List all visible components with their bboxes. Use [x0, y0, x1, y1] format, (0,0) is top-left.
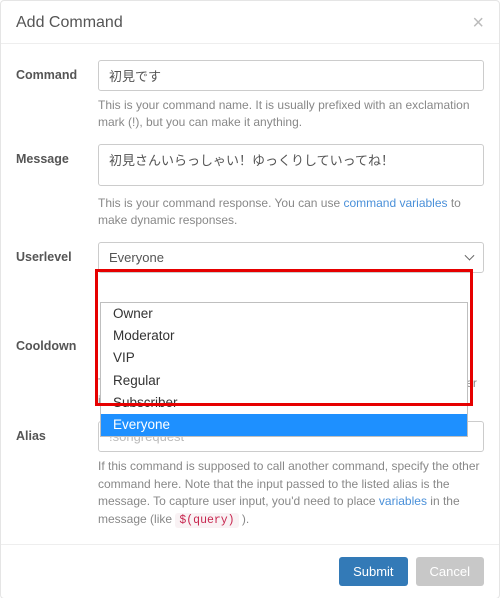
label-message: Message: [16, 144, 98, 166]
help-message: This is your command response. You can u…: [98, 195, 484, 230]
code-query: $(query): [175, 513, 238, 528]
help-alias: If this command is supposed to call anot…: [98, 458, 484, 529]
option-subscriber[interactable]: Subscriber: [101, 392, 467, 414]
link-command-variables[interactable]: command variables: [343, 196, 447, 210]
label-userlevel: Userlevel: [16, 242, 98, 264]
option-vip[interactable]: VIP: [101, 347, 467, 369]
option-owner[interactable]: Owner: [101, 303, 467, 325]
command-input[interactable]: [98, 60, 484, 91]
message-input[interactable]: 初見さんいらっしゃい！ゆっくりしていってね！: [98, 144, 484, 186]
option-moderator[interactable]: Moderator: [101, 325, 467, 347]
modal-body: Command This is your command name. It is…: [1, 44, 499, 544]
row-message: Message 初見さんいらっしゃい！ゆっくりしていってね！ This is y…: [16, 144, 484, 230]
label-cooldown: Cooldown: [16, 331, 98, 353]
label-command: Command: [16, 60, 98, 82]
modal-footer: Submit Cancel: [1, 544, 499, 598]
add-command-modal: Add Command × Command This is your comma…: [0, 0, 500, 598]
row-command: Command This is your command name. It is…: [16, 60, 484, 132]
submit-button[interactable]: Submit: [339, 557, 407, 586]
userlevel-select[interactable]: Everyone: [98, 242, 484, 273]
userlevel-selected: Everyone: [109, 250, 164, 265]
option-everyone[interactable]: Everyone: [101, 414, 467, 436]
row-alias: Alias If this command is supposed to cal…: [16, 421, 484, 529]
close-icon[interactable]: ×: [472, 13, 484, 33]
help-alias-c: ).: [239, 512, 250, 526]
modal-header: Add Command ×: [1, 1, 499, 44]
link-variables[interactable]: variables: [379, 494, 427, 508]
cancel-button[interactable]: Cancel: [416, 557, 484, 586]
label-alias: Alias: [16, 421, 98, 443]
modal-title: Add Command: [16, 14, 123, 32]
row-userlevel: Userlevel Everyone: [16, 242, 484, 273]
option-regular[interactable]: Regular: [101, 370, 467, 392]
help-message-a: This is your command response. You can u…: [98, 196, 343, 210]
userlevel-dropdown[interactable]: Owner Moderator VIP Regular Subscriber E…: [100, 302, 468, 437]
help-command: This is your command name. It is usually…: [98, 97, 484, 132]
